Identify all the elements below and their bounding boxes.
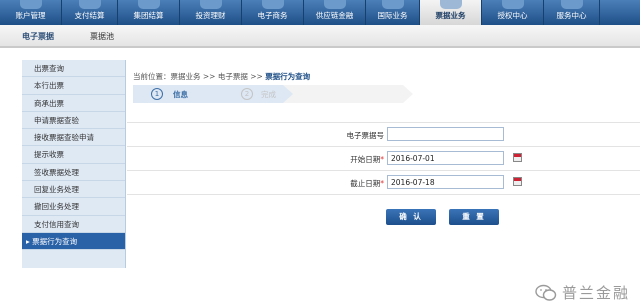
sub-nav: 电子票据 票据池 (0, 25, 640, 48)
nav-item-ecommerce[interactable]: 电子商务 (242, 0, 304, 25)
end-date-row: 截止日期* (127, 173, 640, 195)
required-mark: * (380, 179, 384, 188)
nav-item-investment[interactable]: 投资理财 (180, 0, 242, 25)
form-divider (127, 170, 640, 171)
start-date-row: 开始日期* (127, 149, 640, 171)
calendar-icon[interactable] (513, 153, 522, 162)
subtab-electronic-bills[interactable]: 电子票据 (22, 31, 54, 42)
reset-button[interactable]: 重 置 (449, 209, 499, 225)
calendar-icon[interactable] (513, 177, 522, 186)
sidebar-item-bank-issue[interactable]: 本行出票 (22, 77, 125, 95)
form-divider (127, 146, 640, 147)
nav-item-supply-chain[interactable]: 供应链金融 (304, 0, 366, 25)
nav-item-group-settlement[interactable]: 集团结算 (118, 0, 180, 25)
start-date-label-text: 开始日期 (350, 155, 381, 164)
main-content: 当前位置：票据业务 >> 电子票据 >> 票据行为查询 1 信息 2 完成 电子… (127, 60, 640, 302)
sidebar-item-bill-behavior[interactable]: 票据行为查询 (22, 232, 125, 251)
sidebar: 出票查询 本行出票 商承出票 申请票据查验 接收票据查验申请 提示收票 签收票据… (22, 60, 126, 268)
nav-authorization-icon (501, 0, 524, 9)
sidebar-item-receive-verification[interactable]: 接收票据查验申请 (22, 129, 125, 147)
sidebar-item-sign-receive[interactable]: 签收票据处理 (22, 164, 125, 182)
start-date-input[interactable] (387, 151, 504, 165)
nav-item-service[interactable]: 服务中心 (544, 0, 600, 25)
sidebar-item-reply-business[interactable]: 回复业务处理 (22, 181, 125, 199)
spacer (0, 50, 640, 60)
step-1-label: 信息 (173, 90, 188, 99)
step-1-number: 1 (151, 88, 163, 100)
nav-international-icon (381, 0, 404, 9)
end-date-input[interactable] (387, 175, 504, 189)
breadcrumb: 当前位置：票据业务 >> 电子票据 >> 票据行为查询 (133, 71, 310, 82)
end-date-label-text: 截止日期 (350, 179, 381, 188)
watermark: 普兰金融 (535, 282, 630, 303)
breadcrumb-path: 当前位置：票据业务 >> 电子票据 >> (133, 72, 266, 81)
nav-item-bills[interactable]: 票据业务 (420, 0, 482, 25)
nav-group-icon (137, 0, 160, 9)
subtab-bill-pool[interactable]: 票据池 (90, 31, 114, 42)
nav-account-icon (19, 0, 42, 9)
sidebar-item-apply-verification[interactable]: 申请票据查验 (22, 112, 125, 130)
start-date-label: 开始日期* (350, 154, 384, 165)
step-2-number: 2 (241, 88, 253, 100)
wechat-icon (535, 284, 557, 301)
sidebar-item-issue-query[interactable]: 出票查询 (22, 60, 125, 78)
sidebar-item-payment-credit[interactable]: 支付信用查询 (22, 216, 125, 233)
end-date-label: 截止日期* (350, 178, 384, 189)
bill-no-input[interactable] (387, 127, 504, 141)
nav-item-payment[interactable]: 支付结算 (62, 0, 118, 25)
step-2-label: 完成 (261, 90, 276, 99)
form-divider (127, 194, 640, 195)
sidebar-item-commercial-issue[interactable]: 商承出票 (22, 95, 125, 112)
bill-no-row: 电子票据号 (127, 125, 640, 147)
nav-service-icon (560, 0, 583, 9)
confirm-button[interactable]: 确 认 (386, 209, 436, 225)
nav-item-international[interactable]: 国际业务 (366, 0, 420, 25)
step-indicator: 1 信息 2 完成 (133, 85, 443, 103)
nav-ecommerce-icon (261, 0, 284, 9)
sidebar-item-prompt-receive[interactable]: 提示收票 (22, 146, 125, 164)
required-mark: * (380, 155, 384, 164)
nav-bills-icon (439, 0, 462, 9)
sidebar-item-withdraw-business[interactable]: 撤回业务处理 (22, 198, 125, 216)
watermark-text: 普兰金融 (561, 284, 630, 302)
form-divider (127, 122, 640, 123)
nav-supply-chain-icon (323, 0, 346, 9)
top-nav: 账户管理 支付结算 集团结算 投资理财 电子商务 供应链金融 国际业务 票据业务… (0, 0, 640, 25)
bill-no-label: 电子票据号 (346, 131, 385, 140)
nav-investment-icon (199, 0, 222, 9)
nav-item-authorization[interactable]: 授权中心 (482, 0, 544, 25)
breadcrumb-current: 票据行为查询 (265, 72, 311, 81)
nav-item-account[interactable]: 账户管理 (0, 0, 62, 25)
nav-payment-icon (78, 0, 101, 9)
